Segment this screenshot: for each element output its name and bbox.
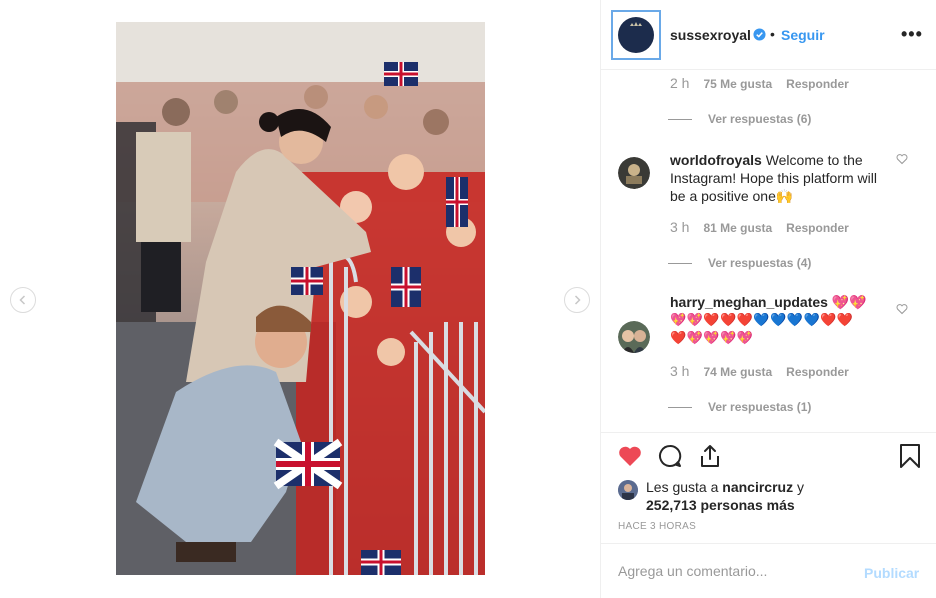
- view-replies-label: Ver respuestas (4): [708, 256, 812, 270]
- like-comment-heart-icon[interactable]: [896, 153, 908, 165]
- reply-button[interactable]: Responder: [786, 77, 849, 91]
- comment-emoji-line: 💖💖❤️❤️❤️💙💙💙💙❤️❤️: [670, 312, 854, 327]
- publish-button[interactable]: Publicar: [864, 565, 919, 581]
- follow-button[interactable]: Seguir: [781, 27, 825, 43]
- comment-meta: 3 h 81 Me gusta Responder: [670, 219, 849, 235]
- comment-emoji-line: ❤️💖💖💖💖: [670, 330, 754, 345]
- post-details-panel: sussexroyal • Seguir ••• 2 h 75 Me gusta…: [600, 0, 936, 598]
- comment-likes[interactable]: 74 Me gusta: [703, 365, 772, 379]
- like-comment-heart-icon[interactable]: [896, 303, 908, 315]
- next-post-button[interactable]: [564, 287, 590, 313]
- add-comment-bar: Publicar: [601, 543, 936, 598]
- comment-time: 3 h: [670, 219, 690, 235]
- chevron-left-icon: [19, 295, 26, 305]
- post-timestamp[interactable]: HACE 3 HORAS: [618, 521, 696, 532]
- profile-avatar[interactable]: [611, 10, 661, 60]
- post-photo-image: [116, 22, 485, 575]
- view-replies-label: Ver respuestas (1): [708, 400, 812, 414]
- post-username[interactable]: sussexroyal: [670, 27, 751, 43]
- likes-prefix: Les gusta a: [646, 479, 719, 495]
- commenter-avatar[interactable]: [618, 321, 650, 353]
- comment-input[interactable]: [618, 563, 848, 579]
- comment-meta: 2 h 75 Me gusta Responder: [670, 75, 849, 91]
- commenter-avatar[interactable]: [618, 157, 650, 189]
- comment-item: harry_meghan_updates 💖💖 💖💖❤️❤️❤️💙💙💙💙❤️❤️…: [618, 293, 918, 373]
- comment-body: harry_meghan_updates 💖💖 💖💖❤️❤️❤️💙💙💙💙❤️❤️…: [670, 293, 890, 347]
- view-replies-button[interactable]: Ver respuestas (6): [668, 112, 811, 126]
- reply-button[interactable]: Responder: [786, 365, 849, 379]
- comment-icon[interactable]: [657, 443, 683, 469]
- post-header: sussexroyal • Seguir •••: [601, 0, 936, 70]
- comment-meta: 3 h 74 Me gusta Responder: [670, 363, 849, 379]
- post-actions: Les gusta a nancircruz y 252,713 persona…: [601, 432, 936, 542]
- replies-divider-line: [668, 262, 692, 264]
- liker-username[interactable]: nancircruz: [722, 479, 793, 495]
- share-icon[interactable]: [697, 443, 723, 469]
- comment-text: 💖💖: [831, 294, 867, 310]
- comment-likes[interactable]: 75 Me gusta: [703, 77, 772, 91]
- liker-avatar[interactable]: [618, 480, 638, 500]
- view-replies-button[interactable]: Ver respuestas (1): [668, 400, 811, 414]
- reply-button[interactable]: Responder: [786, 221, 849, 235]
- verified-badge-icon: [753, 28, 766, 41]
- comment-time: 2 h: [670, 75, 690, 91]
- more-options-button[interactable]: •••: [901, 24, 923, 45]
- view-replies-button[interactable]: Ver respuestas (4): [668, 256, 811, 270]
- likes-count-button[interactable]: 252,713 personas más: [646, 497, 795, 513]
- media-area: [0, 0, 600, 598]
- view-replies-label: Ver respuestas (6): [708, 112, 812, 126]
- comments-list: 2 h 75 Me gusta Responder Ver respuestas…: [601, 71, 936, 431]
- bookmark-icon[interactable]: [897, 443, 923, 469]
- previous-post-button[interactable]: [10, 287, 36, 313]
- replies-divider-line: [668, 118, 692, 120]
- comment-likes[interactable]: 81 Me gusta: [703, 221, 772, 235]
- separator-dot: •: [770, 26, 775, 42]
- replies-divider-line: [668, 406, 692, 408]
- comment-body: worldofroyals Welcome to the Instagram! …: [670, 151, 890, 205]
- post-photo[interactable]: [116, 22, 485, 575]
- likes-text: Les gusta a nancircruz y 252,713 persona…: [646, 478, 906, 514]
- chevron-right-icon: [574, 295, 581, 305]
- heart-filled-icon[interactable]: [617, 443, 643, 469]
- comment-time: 3 h: [670, 363, 690, 379]
- commenter-username[interactable]: harry_meghan_updates: [670, 294, 828, 310]
- monogram-logo-icon: [618, 17, 654, 53]
- commenter-username[interactable]: worldofroyals: [670, 152, 762, 168]
- likes-and: y: [796, 479, 804, 495]
